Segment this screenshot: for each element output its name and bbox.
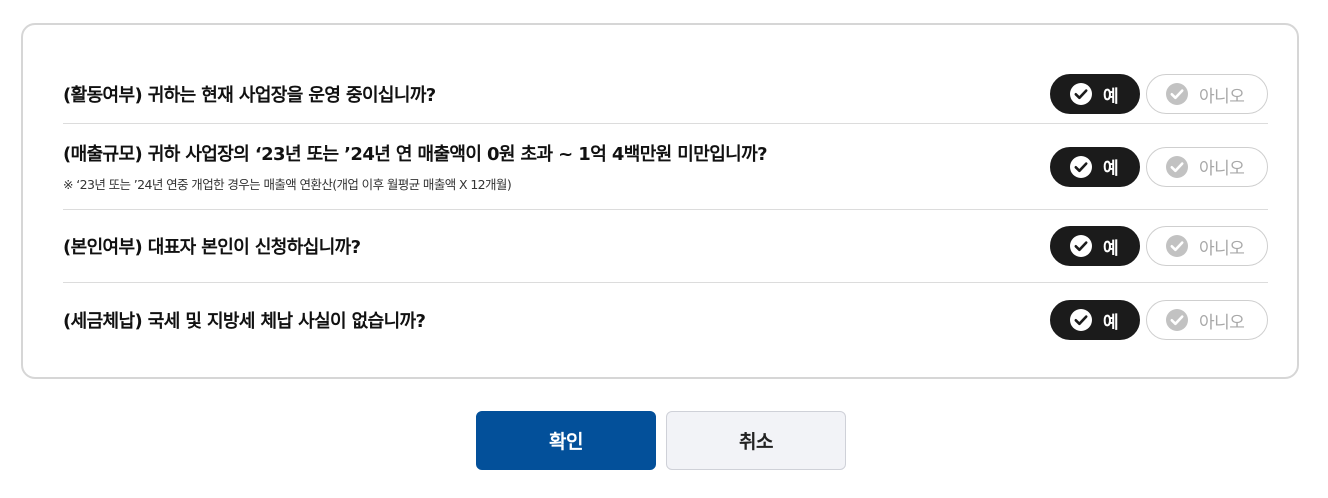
yes-option-identity[interactable]: 예 bbox=[1050, 226, 1140, 266]
question-title-revenue: (매출규모) 귀하 사업장의 ‘23년 또는 ’24년 연 매출액이 0원 초과… bbox=[63, 144, 768, 165]
question-row-revenue: (매출규모) 귀하 사업장의 ‘23년 또는 ’24년 연 매출액이 0원 초과… bbox=[63, 124, 1268, 210]
check-circle-icon bbox=[1070, 309, 1092, 331]
question-row-identity: (본인여부) 대표자 본인이 신청하십니까? 예 아니오 bbox=[63, 210, 1268, 283]
question-text: (세금체납) 국세 및 지방세 체납 사실이 없습니까? bbox=[63, 307, 426, 333]
yes-label: 예 bbox=[1103, 238, 1119, 259]
question-text: (매출규모) 귀하 사업장의 ‘23년 또는 ’24년 연 매출액이 0원 초과… bbox=[63, 140, 768, 193]
check-circle-icon bbox=[1166, 155, 1188, 178]
yes-option-activity[interactable]: 예 bbox=[1050, 74, 1140, 114]
check-circle-icon bbox=[1166, 309, 1188, 331]
no-label: 아니오 bbox=[1199, 86, 1245, 107]
no-label: 아니오 bbox=[1199, 159, 1245, 179]
answer-options: 예 아니오 bbox=[1050, 226, 1268, 266]
questionnaire-panel: (활동여부) 귀하는 현재 사업장을 운영 중이십니까? 예 아니오 (매출규모 bbox=[21, 23, 1299, 379]
answer-options: 예 아니오 bbox=[1050, 300, 1268, 340]
no-option-activity[interactable]: 아니오 bbox=[1146, 74, 1268, 114]
question-text: (활동여부) 귀하는 현재 사업장을 운영 중이십니까? bbox=[63, 81, 436, 107]
no-option-tax[interactable]: 아니오 bbox=[1146, 300, 1268, 340]
yes-label: 예 bbox=[1103, 312, 1119, 333]
answer-options: 예 아니오 bbox=[1050, 74, 1268, 114]
yes-label: 예 bbox=[1103, 86, 1119, 107]
answer-options: 예 아니오 bbox=[1050, 146, 1268, 187]
question-row-activity: (활동여부) 귀하는 현재 사업장을 운영 중이십니까? 예 아니오 bbox=[63, 65, 1268, 124]
no-option-revenue[interactable]: 아니오 bbox=[1146, 146, 1268, 187]
check-circle-icon bbox=[1070, 155, 1092, 178]
no-option-identity[interactable]: 아니오 bbox=[1146, 226, 1268, 266]
no-label: 아니오 bbox=[1199, 238, 1245, 259]
question-title-activity: (활동여부) 귀하는 현재 사업장을 운영 중이십니까? bbox=[63, 85, 436, 106]
cancel-button[interactable]: 취소 bbox=[666, 411, 846, 470]
question-row-tax: (세금체납) 국세 및 지방세 체납 사실이 없습니까? 예 아니오 bbox=[63, 283, 1268, 357]
check-circle-icon bbox=[1070, 83, 1092, 105]
check-circle-icon bbox=[1070, 235, 1092, 257]
yes-option-revenue[interactable]: 예 bbox=[1050, 146, 1140, 187]
confirm-button[interactable]: 확인 bbox=[476, 411, 656, 470]
question-title-tax: (세금체납) 국세 및 지방세 체납 사실이 없습니까? bbox=[63, 311, 426, 332]
yes-label: 예 bbox=[1103, 159, 1119, 179]
no-label: 아니오 bbox=[1199, 312, 1245, 333]
question-note-revenue: ※ ‘23년 또는 ’24년 연중 개업한 경우는 매출액 연환산(개업 이후 … bbox=[63, 177, 512, 192]
yes-option-tax[interactable]: 예 bbox=[1050, 300, 1140, 340]
question-text: (본인여부) 대표자 본인이 신청하십니까? bbox=[63, 233, 361, 259]
check-circle-icon bbox=[1166, 235, 1188, 257]
question-title-identity: (본인여부) 대표자 본인이 신청하십니까? bbox=[63, 237, 361, 258]
check-circle-icon bbox=[1166, 83, 1188, 105]
